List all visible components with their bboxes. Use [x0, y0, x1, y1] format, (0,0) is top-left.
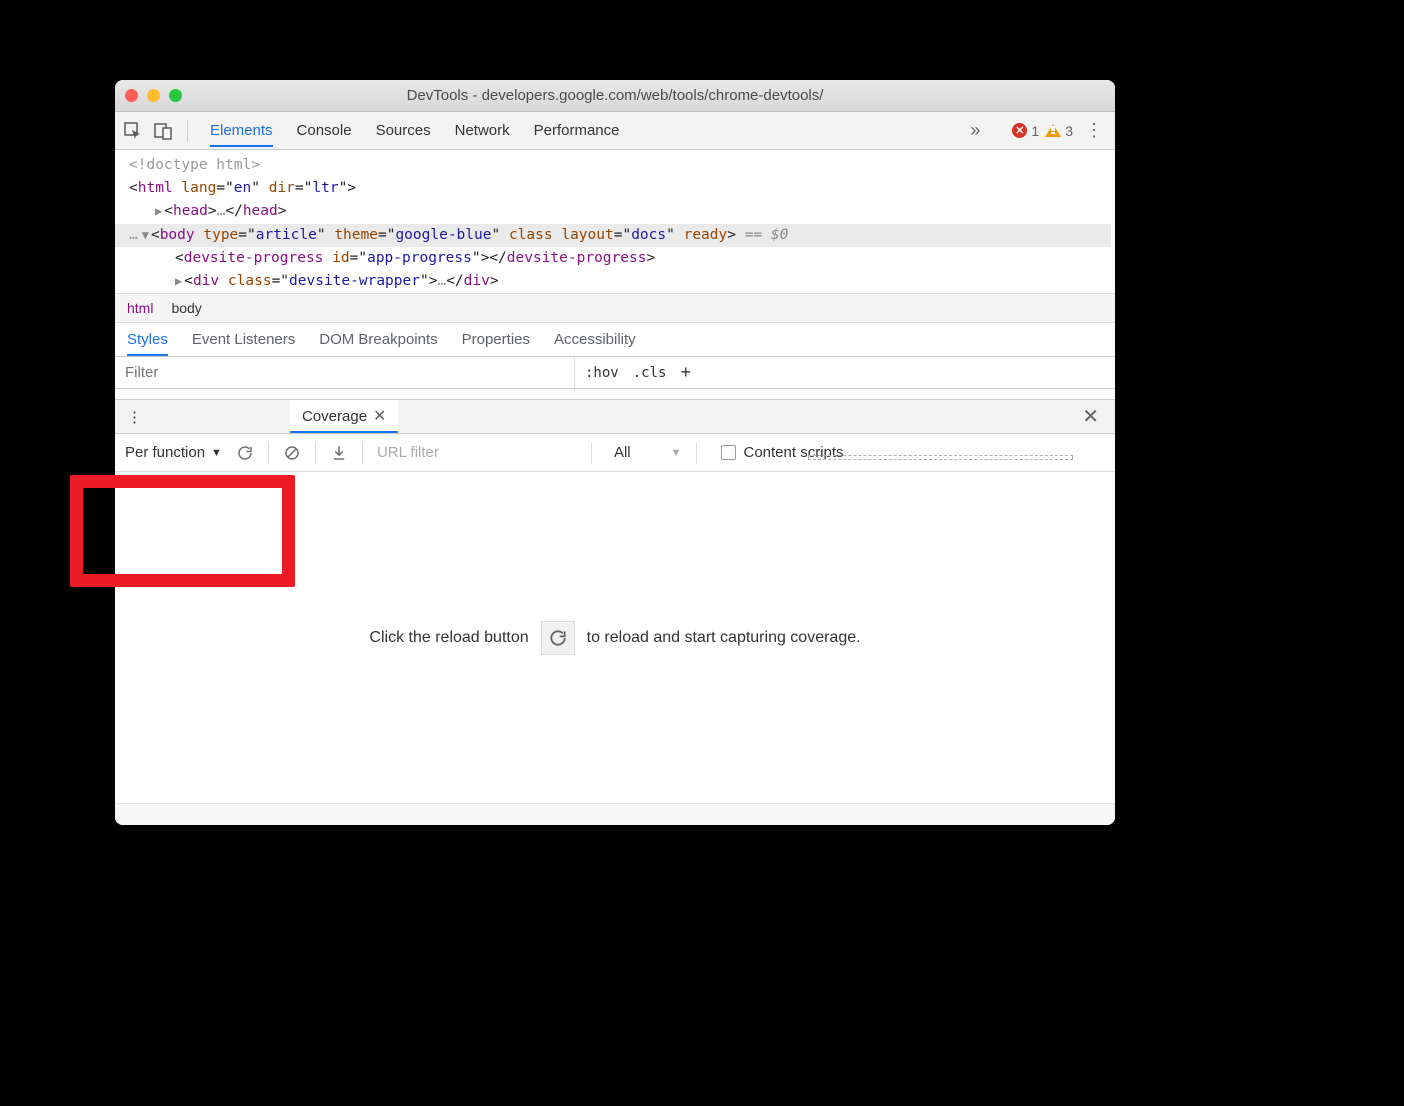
reload-icon[interactable]	[236, 444, 254, 462]
divider	[362, 442, 363, 464]
styles-filter-input[interactable]	[115, 357, 575, 388]
more-tabs-chevron[interactable]: »	[970, 120, 980, 141]
empty-space	[115, 389, 1115, 399]
drawer-menu-icon[interactable]: ⋮	[119, 402, 150, 431]
tab-properties[interactable]: Properties	[462, 323, 530, 356]
styles-filter-row: :hov .cls +	[115, 357, 1115, 389]
traffic-lights	[125, 89, 182, 102]
box-model-preview	[808, 455, 1073, 460]
window-title: DevTools - developers.google.com/web/too…	[115, 87, 1115, 104]
close-window-button[interactable]	[125, 89, 138, 102]
coverage-hint-after: to reload and start capturing coverage.	[587, 629, 861, 647]
body-open-line-selected[interactable]: …▼<body type="article" theme="google-blu…	[115, 224, 1111, 247]
tab-dom-breakpoints[interactable]: DOM Breakpoints	[319, 323, 437, 356]
coverage-body: Click the reload button to reload and st…	[115, 472, 1115, 803]
warning-icon	[1045, 124, 1061, 137]
zoom-window-button[interactable]	[169, 89, 182, 102]
divider	[696, 442, 697, 464]
minimize-window-button[interactable]	[147, 89, 160, 102]
cls-toggle[interactable]: .cls	[633, 365, 667, 381]
settings-kebab-icon[interactable]: ⋮	[1079, 120, 1109, 141]
reload-button[interactable]	[541, 621, 575, 655]
drawer-tabs: ⋮ Coverage ✕ ✕	[115, 400, 1115, 434]
tab-network[interactable]: Network	[455, 114, 510, 147]
html-open-line[interactable]: <html lang="en" dir="ltr">	[129, 177, 1111, 200]
tab-styles[interactable]: Styles	[127, 323, 168, 356]
tab-elements[interactable]: Elements	[210, 114, 273, 147]
coverage-hint-before: Click the reload button	[369, 629, 528, 647]
doctype-line: <!doctype html>	[129, 154, 1111, 177]
coverage-type-dropdown-label: All	[614, 444, 631, 461]
drawer-tab-coverage-label: Coverage	[302, 408, 367, 425]
dom-tree[interactable]: <!doctype html> <html lang="en" dir="ltr…	[115, 150, 1115, 293]
clear-icon[interactable]	[283, 444, 301, 462]
content-scripts-checkbox[interactable]	[721, 445, 736, 460]
tab-sources[interactable]: Sources	[376, 114, 431, 147]
breadcrumb: html body	[115, 293, 1115, 323]
tab-console[interactable]: Console	[297, 114, 352, 147]
warning-count: 3	[1065, 123, 1073, 139]
hov-toggle[interactable]: :hov	[585, 365, 619, 381]
error-count: 1	[1031, 123, 1039, 139]
styles-tabs: Styles Event Listeners DOM Breakpoints P…	[115, 323, 1115, 357]
url-filter-input[interactable]	[377, 444, 577, 461]
main-toolbar: Elements Console Sources Network Perform…	[115, 112, 1115, 150]
device-toggle-icon[interactable]	[151, 119, 175, 143]
titlebar: DevTools - developers.google.com/web/too…	[115, 80, 1115, 112]
chevron-down-icon: ▼	[211, 447, 222, 459]
breadcrumb-body[interactable]: body	[171, 300, 201, 316]
error-count-badge[interactable]: ✕ 1	[1012, 123, 1039, 139]
new-style-rule-button[interactable]: +	[680, 362, 691, 383]
breadcrumb-html[interactable]: html	[127, 300, 153, 316]
tab-accessibility[interactable]: Accessibility	[554, 323, 636, 356]
devtools-window: DevTools - developers.google.com/web/too…	[115, 80, 1115, 825]
divider	[268, 442, 269, 464]
toolbar-divider	[187, 120, 188, 142]
drawer-tab-coverage[interactable]: Coverage ✕	[290, 400, 398, 433]
chevron-down-icon: ▼	[671, 447, 682, 459]
divider	[315, 442, 316, 464]
coverage-mode-dropdown[interactable]: Per function ▼	[125, 444, 222, 461]
coverage-mode-dropdown-label: Per function	[125, 444, 205, 461]
wrapper-line[interactable]: ▶<div class="devsite-wrapper">…</div>	[129, 270, 1111, 293]
export-icon[interactable]	[330, 444, 348, 462]
drawer-tab-close-icon[interactable]: ✕	[373, 406, 386, 426]
inspect-element-icon[interactable]	[121, 119, 145, 143]
drawer-footer	[115, 803, 1115, 825]
coverage-toolbar: Per function ▼ All ▼	[115, 434, 1115, 472]
coverage-type-dropdown[interactable]: All ▼	[614, 444, 682, 461]
error-icon: ✕	[1012, 123, 1027, 138]
drawer-close-button[interactable]: ✕	[1070, 404, 1111, 429]
tab-event-listeners[interactable]: Event Listeners	[192, 323, 295, 356]
head-line[interactable]: ▶<head>…</head>	[129, 200, 1111, 223]
drawer: ⋮ Coverage ✕ ✕ Per function ▼	[115, 399, 1115, 825]
tab-performance[interactable]: Performance	[534, 114, 620, 147]
warning-count-badge[interactable]: 3	[1045, 123, 1073, 139]
main-tabs: Elements Console Sources Network Perform…	[210, 114, 620, 147]
toolbar-right: » ✕ 1 3 ⋮	[970, 120, 1109, 141]
styles-filter-tools: :hov .cls +	[575, 357, 701, 388]
progress-line[interactable]: <devsite-progress id="app-progress"></de…	[129, 247, 1111, 270]
divider	[591, 442, 592, 464]
